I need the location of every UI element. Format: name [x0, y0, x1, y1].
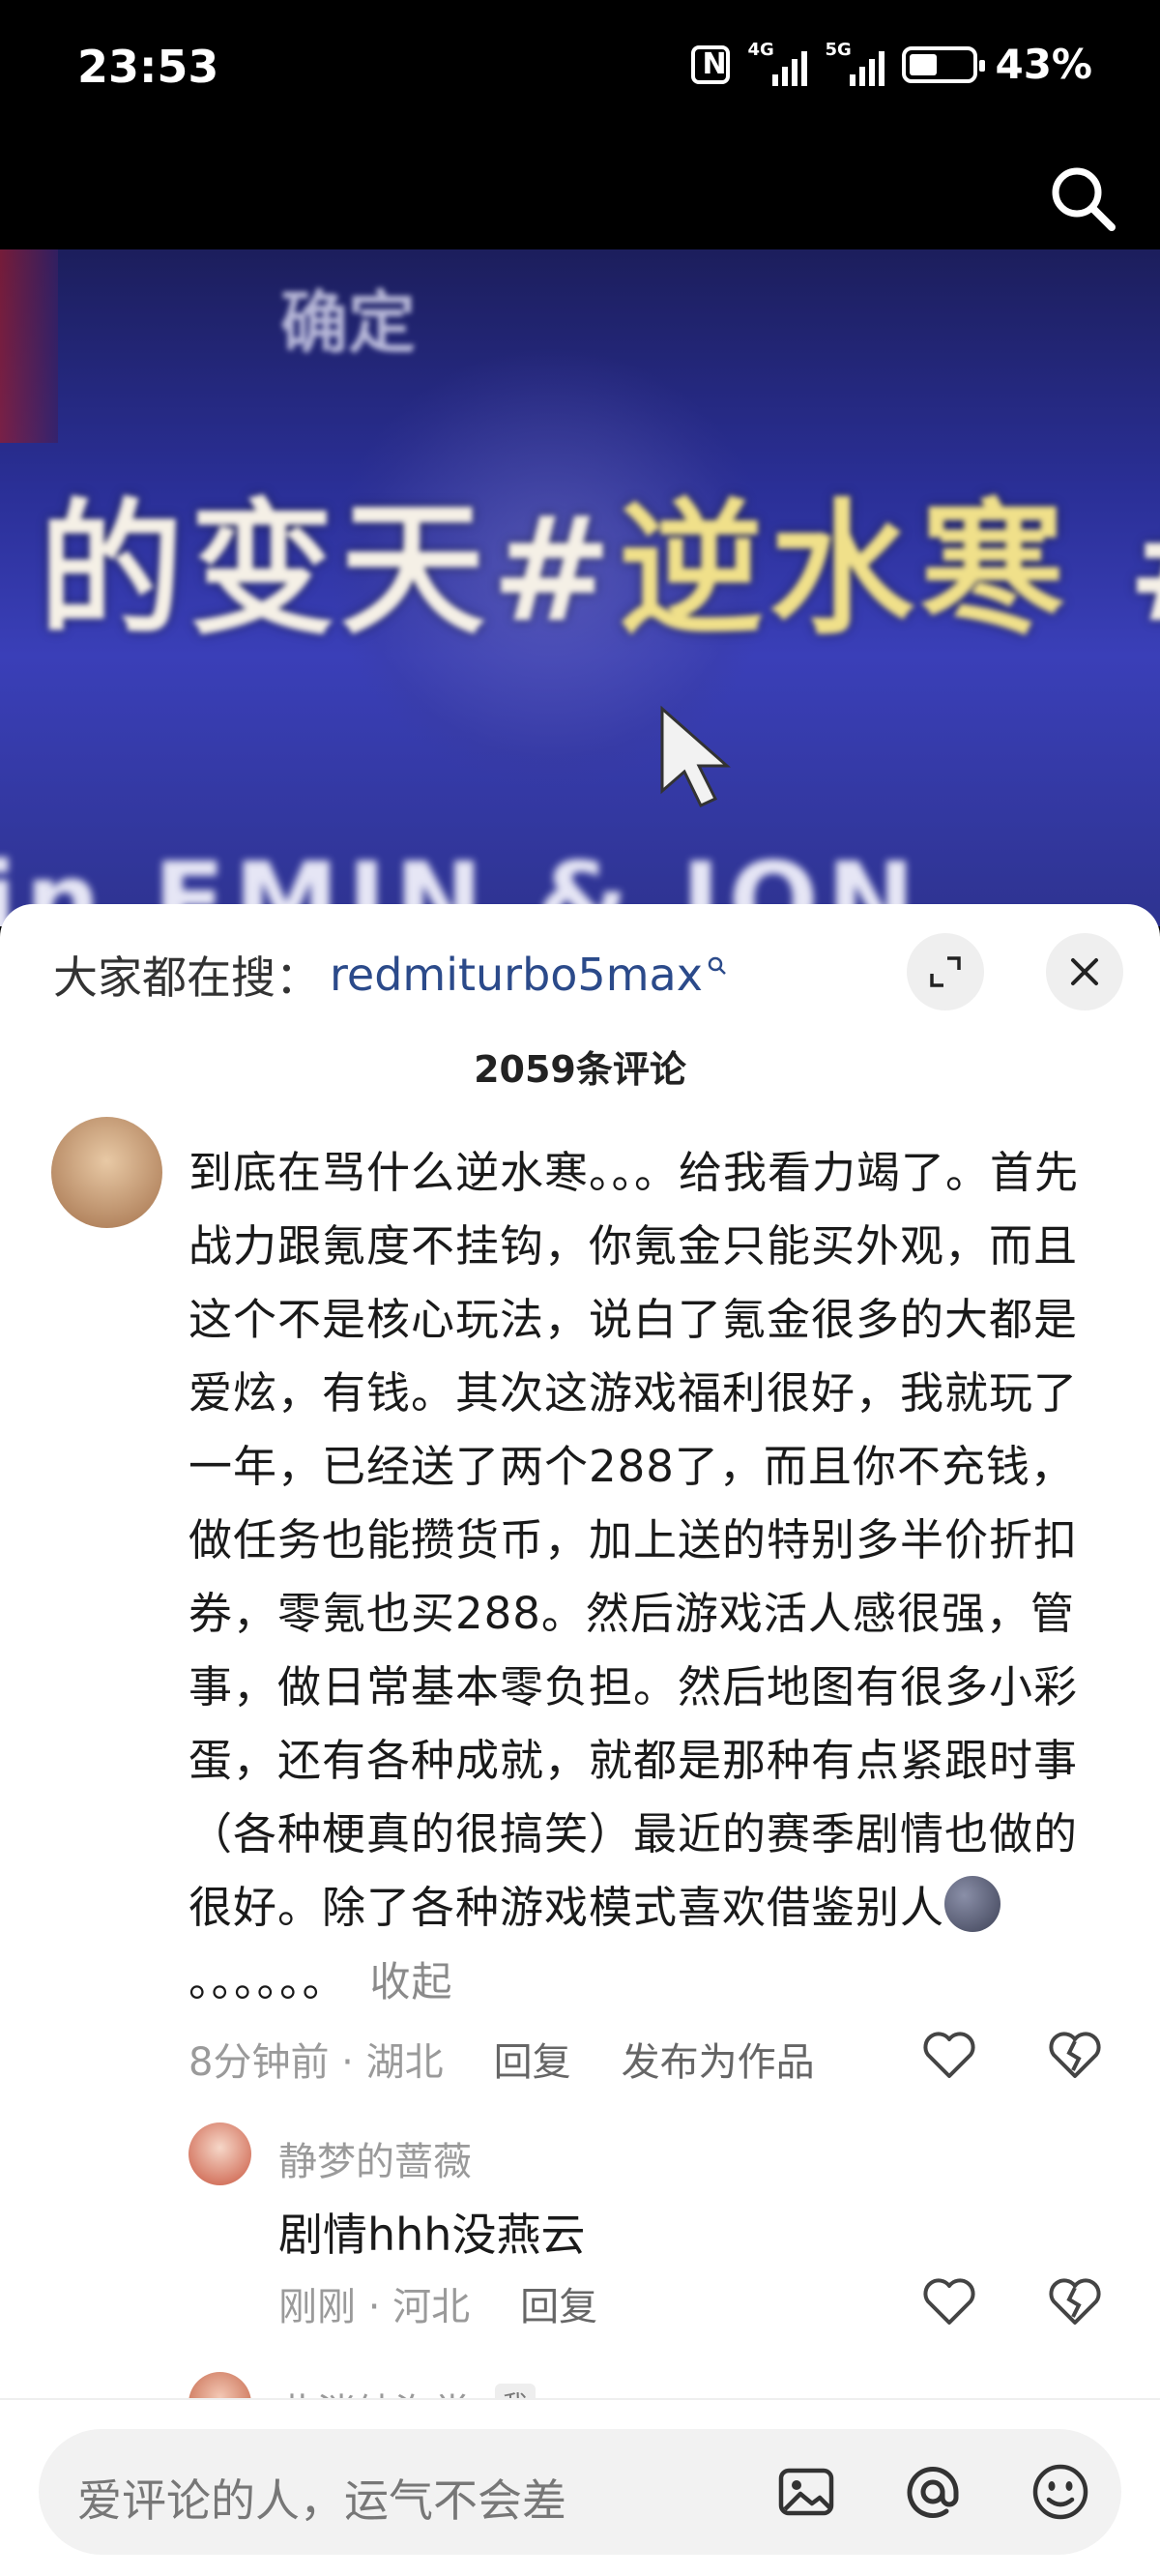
comment-text: 到底在骂什么逆水寒。。。给我看力竭了。首先战力跟氪度不挂钩，你氪金只能买外观，而…	[188, 1136, 1116, 2019]
video-player[interactable]: 确定 的变天#逆水寒 # in EMIN & JON	[0, 249, 1160, 926]
comment-tail: 。。。。。。	[188, 1955, 347, 2006]
video-banner-highlight: 逆水寒	[618, 486, 1071, 655]
status-time: 23:53	[77, 41, 219, 93]
comment-body: 到底在骂什么逆水寒。。。给我看力竭了。首先战力跟氪度不挂钩，你氪金只能买外观，而…	[188, 1147, 1080, 1933]
reply-time: 刚刚 · 河北	[278, 2285, 471, 2329]
status-icons: 4G 5G 43%	[691, 40, 1092, 88]
reply-username[interactable]: 静梦的蔷薇	[278, 2130, 472, 2186]
status-bar: 23:53 4G 5G 43%	[0, 0, 1160, 145]
video-banner-text: 的变天#逆水寒 #	[39, 453, 1160, 662]
at-icon[interactable]	[902, 2461, 964, 2523]
signal-icon: 5G	[825, 40, 885, 86]
comment-input-placeholder: 爱评论的人，运气不会差	[77, 2474, 566, 2527]
hot-search[interactable]: 大家都在搜： redmiturbo5max	[53, 943, 728, 1007]
hot-search-label: 大家都在搜：	[53, 951, 320, 1004]
video-decoration	[0, 249, 58, 443]
comment-meta: 8分钟前 · 湖北 回复 发布为作品	[188, 2031, 815, 2087]
comment-time: 8分钟前 · 湖北	[188, 2040, 444, 2085]
close-button[interactable]	[1046, 933, 1123, 1010]
emoji-icon[interactable]	[1030, 2461, 1091, 2523]
avatar[interactable]	[51, 1117, 162, 1228]
like-icon[interactable]	[920, 2026, 978, 2084]
dislike-icon[interactable]	[1046, 2272, 1104, 2330]
like-icon[interactable]	[920, 2272, 978, 2330]
reply-meta: 刚刚 · 河北 回复	[278, 2275, 597, 2331]
comment-input-bar: 爱评论的人，运气不会差	[0, 2398, 1160, 2576]
avatar[interactable]	[188, 2122, 251, 2185]
signal-1-label: 4G	[747, 39, 774, 60]
battery-percent: 43%	[995, 41, 1092, 88]
moon-emoji-icon	[944, 1876, 1001, 1932]
publish-button[interactable]: 发布为作品	[622, 2031, 815, 2087]
reply-button[interactable]: 回复	[520, 2275, 597, 2331]
battery-icon	[902, 45, 986, 83]
cursor-icon	[660, 705, 731, 807]
video-top-text: 确定	[280, 283, 416, 363]
search-icon[interactable]	[1044, 160, 1121, 237]
nfc-icon	[691, 44, 731, 84]
comment-sheet: 大家都在搜： redmiturbo5max 2059条评论 到底在骂什么逆水寒。…	[0, 904, 1160, 2576]
reply-button[interactable]: 回复	[494, 2031, 571, 2087]
search-icon	[708, 956, 726, 975]
comment-input[interactable]: 爱评论的人，运气不会差	[39, 2429, 1121, 2555]
signal-icon: 4G	[747, 40, 808, 86]
dislike-icon[interactable]	[1046, 2026, 1104, 2084]
image-icon[interactable]	[775, 2461, 837, 2523]
signal-2-label: 5G	[825, 39, 852, 60]
collapse-button[interactable]: 收起	[370, 1958, 453, 2005]
comment-count: 2059条评论	[474, 1048, 686, 1091]
close-icon	[1071, 958, 1098, 985]
reply-text: 剧情hhh没燕云	[278, 2209, 586, 2261]
expand-button[interactable]	[907, 933, 984, 1010]
expand-icon	[930, 956, 961, 987]
hot-search-keyword[interactable]: redmiturbo5max	[330, 949, 703, 1001]
video-banner: 的变天#逆水寒 #	[39, 486, 1160, 655]
